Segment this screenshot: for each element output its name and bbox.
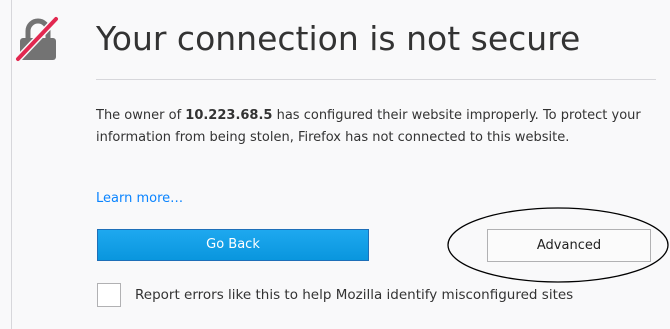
error-page: Your connection is not secure The owner …	[0, 0, 670, 329]
title-divider	[96, 79, 656, 80]
error-description: The owner of 10.223.68.5 has configured …	[96, 105, 666, 149]
host-name: 10.223.68.5	[185, 108, 273, 123]
advanced-button[interactable]: Advanced	[487, 229, 651, 262]
report-errors-label: Report errors like this to help Mozilla …	[135, 287, 574, 303]
page-title: Your connection is not secure	[96, 19, 581, 58]
go-back-button[interactable]: Go Back	[97, 229, 369, 261]
left-edge-divider	[11, 0, 12, 329]
report-errors-checkbox[interactable]	[97, 283, 121, 307]
broken-lock-icon	[14, 15, 60, 63]
learn-more-link[interactable]: Learn more…	[96, 189, 183, 209]
description-text-before: The owner of	[96, 108, 186, 123]
